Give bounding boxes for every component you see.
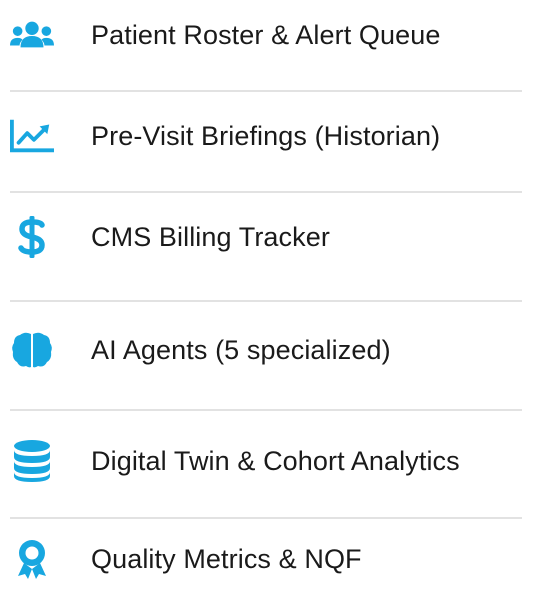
menu-item-patient-roster[interactable]: Patient Roster & Alert Queue xyxy=(0,5,534,65)
database-icon xyxy=(10,439,54,483)
users-icon xyxy=(10,13,54,57)
menu-item-label: AI Agents (5 specialized) xyxy=(91,334,391,365)
brain-icon xyxy=(10,328,54,372)
divider xyxy=(10,409,522,411)
chart-line-icon xyxy=(10,114,54,158)
navigation-menu: Patient Roster & Alert Queue Pre-Visit B… xyxy=(0,0,534,589)
menu-item-label: CMS Billing Tracker xyxy=(91,221,330,252)
menu-item-label: Digital Twin & Cohort Analytics xyxy=(91,445,460,476)
menu-item-label: Pre-Visit Briefings (Historian) xyxy=(91,120,441,151)
menu-item-label: Quality Metrics & NQF xyxy=(91,543,362,574)
divider xyxy=(10,191,522,193)
divider xyxy=(10,300,522,302)
menu-item-ai-agents[interactable]: AI Agents (5 specialized) xyxy=(0,320,534,380)
menu-item-label: Patient Roster & Alert Queue xyxy=(91,19,441,50)
award-icon xyxy=(10,537,54,581)
dollar-sign-icon xyxy=(10,215,54,259)
menu-item-pre-visit-briefings[interactable]: Pre-Visit Briefings (Historian) xyxy=(0,106,534,166)
divider xyxy=(10,517,522,519)
menu-item-digital-twin[interactable]: Digital Twin & Cohort Analytics xyxy=(0,431,534,491)
divider xyxy=(10,90,522,92)
menu-item-cms-billing-tracker[interactable]: CMS Billing Tracker xyxy=(0,207,534,267)
menu-item-quality-metrics[interactable]: Quality Metrics & NQF xyxy=(0,529,534,589)
